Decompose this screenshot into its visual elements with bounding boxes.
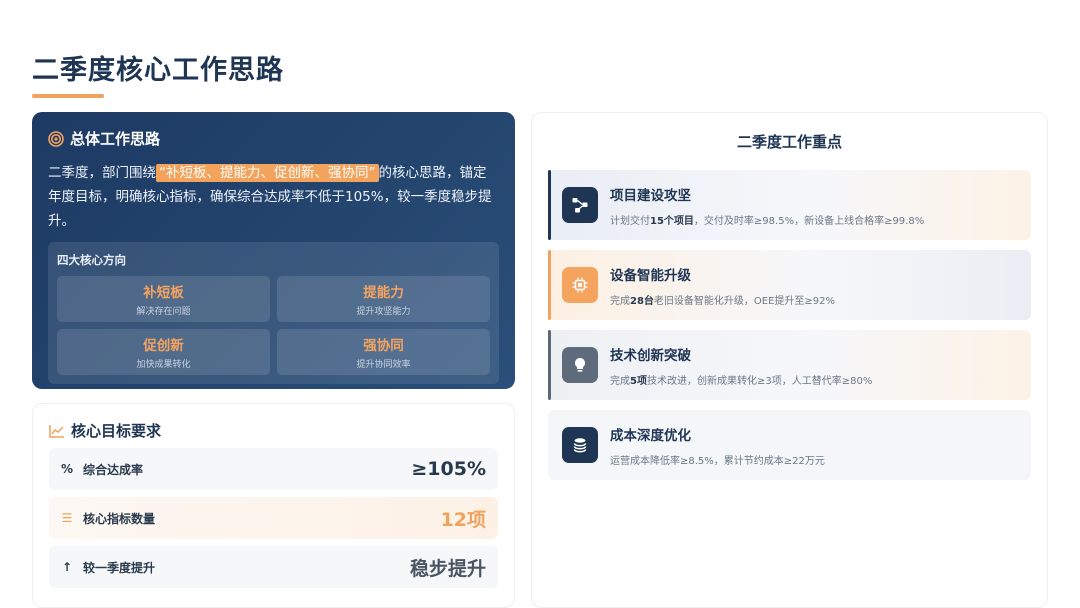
directions-title: 四大核心方向 bbox=[57, 253, 126, 267]
direction-card-2: 提能力 提升攻坚能力 bbox=[277, 276, 490, 322]
direction-card-4: 强协同 提升协同效率 bbox=[277, 329, 490, 375]
focus-desc: 完成5项技术改进，创新成果转化≥3项，人工替代率≥80% bbox=[610, 375, 873, 387]
direction-name: 补短板 bbox=[143, 285, 184, 301]
goal-value: ≥105% bbox=[411, 458, 486, 480]
direction-name: 强协同 bbox=[363, 338, 404, 354]
direction-desc: 解决存在问题 bbox=[136, 307, 191, 317]
overall-highlight: “补短板、提能力、促创新、强协同” bbox=[156, 164, 379, 182]
focus-item: 成本深度优化 运营成本降低率≥8.5%，累计节约成本≥22万元 bbox=[548, 410, 1031, 480]
direction-card-1: 补短板 解决存在问题 bbox=[57, 276, 270, 322]
focus-desc: 计划交付15个项目，交付及时率≥98.5%，新设备上线合格率≥99.8% bbox=[610, 215, 925, 227]
goal-row: % 综合达成率 ≥105% bbox=[49, 448, 498, 490]
focus-name: 技术创新突破 bbox=[610, 347, 691, 364]
direction-card-3: 促创新 加快成果转化 bbox=[57, 329, 270, 375]
coins-icon bbox=[562, 427, 598, 463]
goals-heading-label: 核心目标要求 bbox=[71, 422, 162, 440]
focus-item: 技术创新突破 完成5项技术改进，创新成果转化≥3项，人工替代率≥80% bbox=[548, 330, 1031, 400]
goal-value: 稳步提升 bbox=[409, 557, 486, 580]
percent-icon: % bbox=[61, 462, 74, 476]
arrow-up-icon: ↑ bbox=[61, 560, 73, 574]
page-title: 二季度核心工作思路 bbox=[32, 55, 284, 86]
overall-text: 二季度，部门围绕 “补短板、提能力、促创新、强协同” 的核心思路，锚定年度目标，明确… bbox=[48, 161, 499, 233]
target-icon bbox=[48, 130, 64, 147]
list-icon: ☰ bbox=[61, 511, 73, 525]
directions-box: 四大核心方向 补短板 解决存在问题 提能力 提升攻坚能力 促创新 加快成果转化 … bbox=[48, 242, 499, 384]
focus-desc: 完成28台老旧设备智能化升级，OEE提升至≥92% bbox=[610, 295, 836, 307]
direction-desc: 提升协同效率 bbox=[356, 360, 411, 370]
focus-item: 项目建设攻坚 计划交付15个项目，交付及时率≥98.5%，新设备上线合格率≥99… bbox=[548, 170, 1031, 240]
overall-panel: 总体工作思路 二季度，部门围绕 “补短板、提能力、促创新、强协同” 的核心思路，锚定… bbox=[32, 112, 515, 389]
goal-row: ↑ 较一季度提升 稳步提升 bbox=[49, 546, 498, 588]
goal-value: 12项 bbox=[440, 508, 486, 531]
goal-row: ☰ 核心指标数量 12项 bbox=[49, 497, 498, 539]
line-chart-icon bbox=[49, 424, 64, 438]
direction-name: 促创新 bbox=[143, 338, 184, 354]
focus-name: 项目建设攻坚 bbox=[610, 187, 691, 204]
direction-desc: 提升攻坚能力 bbox=[356, 307, 411, 317]
chip-icon bbox=[562, 267, 598, 303]
goals-panel: 核心目标要求 % 综合达成率 ≥105% ☰ 核心指标数量 12项 ↑ 较一季度… bbox=[32, 403, 515, 608]
directions-grid: 补短板 解决存在问题 提能力 提升攻坚能力 促创新 加快成果转化 强协同 提升协… bbox=[57, 276, 490, 375]
focus-name: 设备智能升级 bbox=[610, 267, 691, 284]
overall-heading: 总体工作思路 bbox=[48, 128, 499, 149]
goal-label: 较一季度提升 bbox=[83, 560, 156, 575]
focus-desc: 运营成本降低率≥8.5%，累计节约成本≥22万元 bbox=[610, 455, 825, 467]
direction-name: 提能力 bbox=[363, 285, 404, 301]
goal-label: 核心指标数量 bbox=[83, 511, 156, 526]
overall-heading-label: 总体工作思路 bbox=[70, 130, 161, 148]
network-icon bbox=[562, 187, 598, 223]
focus-panel: 二季度工作重点 项目建设攻坚 计划交付15个项目，交付及时率≥98.5%，新设备… bbox=[531, 112, 1048, 608]
goal-label: 综合达成率 bbox=[83, 462, 144, 477]
overall-text-before: 二季度，部门围绕 bbox=[48, 165, 156, 181]
lightbulb-icon bbox=[562, 347, 598, 383]
focus-item: 设备智能升级 完成28台老旧设备智能化升级，OEE提升至≥92% bbox=[548, 250, 1031, 320]
direction-desc: 加快成果转化 bbox=[136, 360, 191, 370]
title-underline bbox=[32, 94, 104, 98]
goals-heading: 核心目标要求 bbox=[49, 420, 498, 441]
focus-name: 成本深度优化 bbox=[610, 427, 691, 444]
focus-title: 二季度工作重点 bbox=[736, 133, 842, 151]
